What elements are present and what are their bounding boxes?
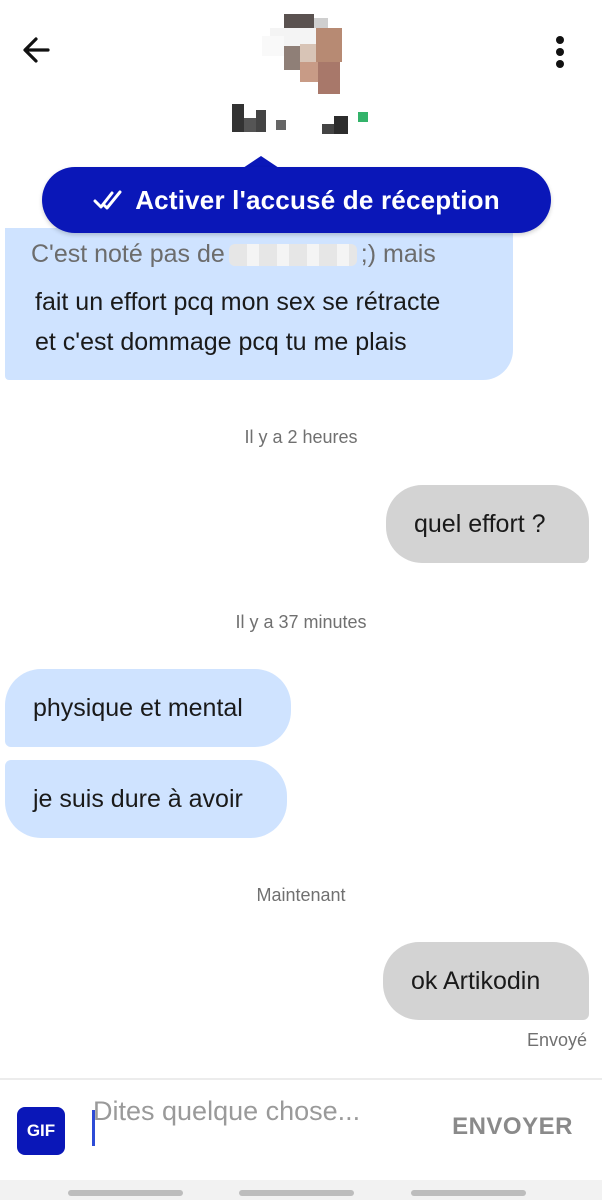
- contact-name-pixelated: [230, 104, 375, 136]
- message-bubble-outgoing: quel effort ?: [386, 485, 589, 563]
- arrow-left-icon: [23, 37, 50, 63]
- message-partial-line: C'est noté pas de;) mais: [31, 240, 436, 268]
- timestamp: Il y a 2 heures: [244, 427, 358, 447]
- message-bubble-incoming: C'est noté pas de;) mais fait un effort …: [5, 228, 513, 380]
- gif-label: GIF: [26, 1121, 56, 1140]
- redacted-text: [228, 244, 357, 267]
- avatar[interactable]: [262, 14, 344, 94]
- nav-handle: [411, 1190, 526, 1196]
- timestamp: Il y a 37 minutes: [235, 612, 367, 632]
- composer-divider: [0, 1078, 602, 1080]
- enable-read-receipt-button[interactable]: Activer l'accusé de réception: [42, 167, 551, 233]
- timestamp: Maintenant: [256, 885, 346, 905]
- message-text: je suis dure à avoir: [33, 785, 243, 813]
- send-button[interactable]: ENVOYER: [440, 1113, 585, 1149]
- message-line: et c'est dommage pcq tu me plais: [35, 328, 407, 356]
- message-input[interactable]: [93, 1092, 413, 1172]
- pixelated-name-image: [232, 104, 368, 134]
- message-line: fait un effort pcq mon sex se rétracte: [35, 288, 441, 316]
- nav-handle: [68, 1190, 183, 1196]
- receipt-banner-label: Activer l'accusé de réception: [135, 184, 500, 215]
- pixelated-avatar-image: [262, 14, 342, 94]
- more-options-button[interactable]: [545, 32, 575, 72]
- message-text: physique et mental: [33, 694, 243, 722]
- message-text: ok Artikodin: [411, 967, 541, 995]
- gif-button[interactable]: GIF: [17, 1107, 65, 1155]
- message-bubble-incoming: je suis dure à avoir: [5, 760, 287, 838]
- back-button[interactable]: [18, 30, 58, 70]
- message-bubble-incoming: physique et mental: [5, 669, 291, 747]
- message-bubble-outgoing: ok Artikodin: [383, 942, 589, 1020]
- vertical-dots-icon: [556, 36, 564, 68]
- double-check-icon: [93, 190, 122, 210]
- message-text: quel effort ?: [414, 510, 546, 538]
- message-status: Envoyé: [526, 1030, 587, 1050]
- nav-handle: [239, 1190, 354, 1196]
- send-label: ENVOYER: [452, 1113, 573, 1140]
